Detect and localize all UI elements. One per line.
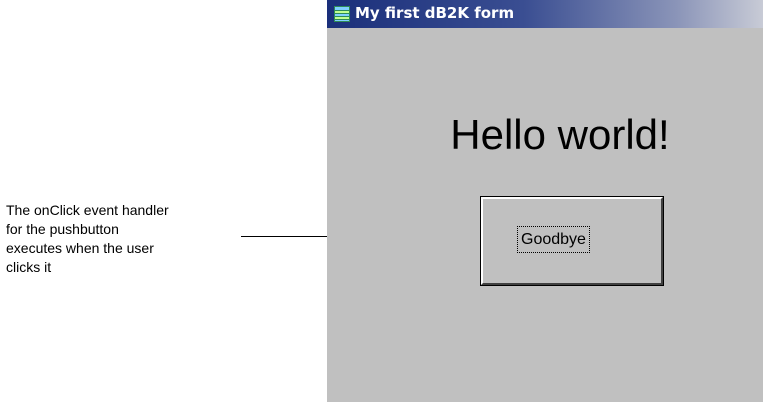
goodbye-button[interactable]: Goodbye (480, 196, 664, 286)
callout-line: clicks it (6, 259, 52, 275)
hello-text: Hello world! (450, 111, 670, 158)
goodbye-button-label: Goodbye (517, 226, 590, 253)
window-title: My first dB2K form (355, 4, 515, 22)
callout-line: executes when the user (6, 240, 154, 256)
callout-line: for the pushbutton (6, 221, 119, 237)
callout-annotation: The onClick event handler for the pushbu… (6, 201, 256, 277)
callout-line: The onClick event handler (6, 202, 169, 218)
title-bar[interactable]: My first dB2K form (327, 0, 763, 28)
form-window-icon (334, 6, 350, 22)
form-window: My first dB2K form Hello world! Goodbye (327, 0, 763, 402)
